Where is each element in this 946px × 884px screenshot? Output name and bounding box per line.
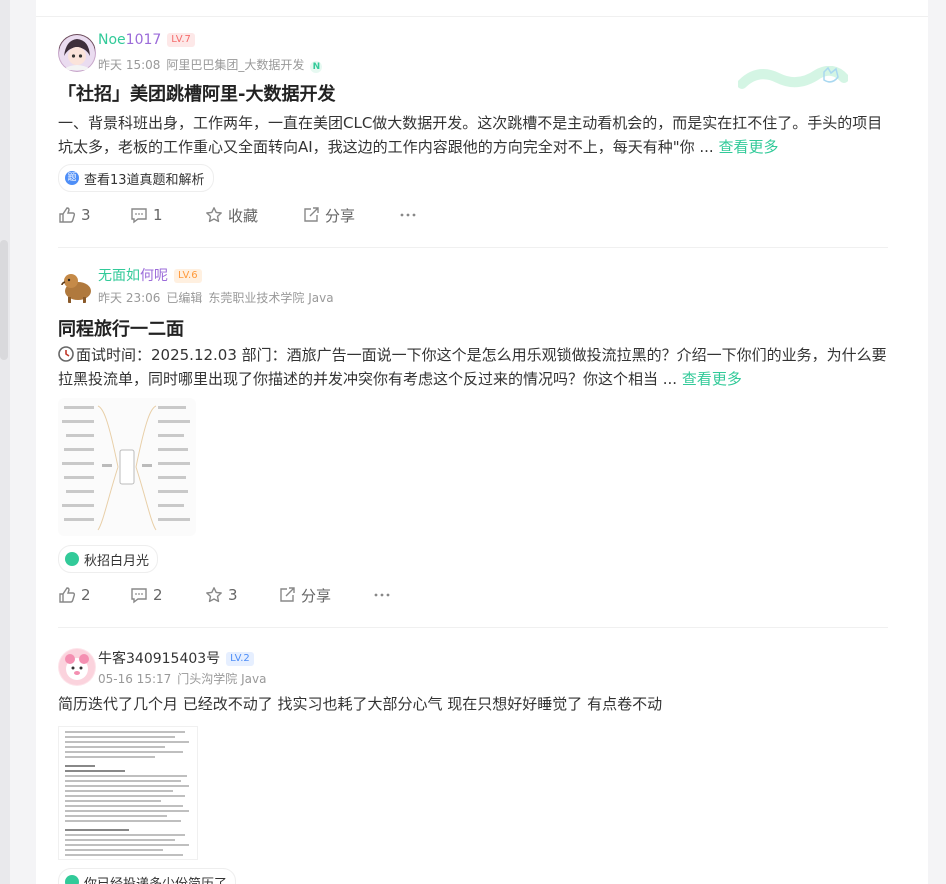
post-meta: 昨天 15:08 阿里巴巴集团_大数据开发 N — [98, 56, 328, 73]
topic-tag[interactable]: 题查看13道真题和解析 — [58, 164, 214, 192]
topic-tag-label: 你已经投递多少份简历了 — [84, 876, 228, 884]
author-name[interactable]: Noe1017 LV.7 — [98, 32, 195, 48]
comment-button[interactable]: 2 — [130, 586, 205, 604]
divider — [58, 627, 888, 628]
share-label: 分享 — [301, 586, 332, 605]
like-button[interactable]: 2 — [58, 586, 130, 604]
more-icon — [374, 593, 390, 597]
comment-count: 1 — [153, 206, 163, 224]
post-meta: 昨天 23:06 已编辑 东莞职业技术学院 Java — [98, 289, 340, 306]
see-more-link[interactable]: 查看更多 — [682, 370, 742, 388]
favorite-button[interactable]: 收藏 — [205, 205, 302, 226]
post-image[interactable] — [58, 726, 198, 860]
topic-icon — [65, 552, 79, 566]
author-org: 门头沟学院 Java — [177, 672, 267, 686]
share-icon — [280, 587, 295, 602]
post-actions: 2 2 3 分享 — [58, 582, 396, 608]
author-name-part[interactable]: 何呢 — [140, 268, 168, 284]
scrollbar-thumb[interactable] — [0, 240, 8, 360]
post-title[interactable]: 同程旅行一二面 — [58, 315, 184, 341]
level-badge: LV.6 — [174, 269, 202, 283]
topic-tag-label: 查看13道真题和解析 — [84, 172, 205, 188]
post-body[interactable]: 简历迭代了几个月 已经改不动了 找实习也耗了大部分心气 现在只想好好睡觉了 有点… — [58, 692, 888, 716]
topic-tag[interactable]: 秋招白月光 — [58, 545, 159, 573]
author-name-text[interactable]: 牛客340915403号 — [98, 651, 220, 667]
post-image[interactable] — [58, 398, 196, 536]
edited-label: 已编辑 — [166, 291, 203, 305]
post-title[interactable]: 「社招」美团跳槽阿里-大数据开发 — [58, 80, 335, 106]
author-name-part[interactable]: 无面如 — [98, 268, 140, 284]
author-org: 东莞职业技术学院 Java — [208, 291, 334, 305]
favorite-count: 3 — [228, 586, 238, 604]
topic-tag[interactable]: 你已经投递多少份简历了 — [58, 868, 237, 884]
author-org: 阿里巴巴集团_大数据开发 — [166, 58, 305, 72]
decoration-image — [738, 66, 848, 89]
share-icon — [304, 207, 319, 222]
verified-badge-icon: N — [310, 61, 323, 73]
author-name-part[interactable]: 1017 — [126, 32, 162, 48]
share-button[interactable]: 分享 — [278, 585, 373, 606]
avatar[interactable] — [58, 648, 96, 686]
level-badge: LV.7 — [167, 33, 195, 47]
like-button[interactable]: 3 — [58, 206, 130, 224]
author-name-part[interactable]: Noe — [98, 32, 126, 48]
like-icon — [59, 587, 76, 603]
favorite-button[interactable]: 3 — [205, 586, 278, 604]
post-meta: 05-16 15:17 门头沟学院 Java — [98, 670, 272, 687]
post-body[interactable]: 一、背景科班出身，工作两年，一直在美团CLC做大数据开发。这次跳槽不是主动看机会… — [58, 111, 888, 159]
divider — [58, 247, 888, 248]
avatar[interactable] — [58, 267, 96, 305]
author-name[interactable]: 无面如何呢 LV.6 — [98, 265, 202, 285]
more-icon — [400, 213, 416, 217]
star-icon — [206, 207, 222, 223]
comment-icon — [131, 208, 147, 224]
like-count: 2 — [81, 586, 91, 604]
topic-icon — [65, 875, 79, 884]
post-card[interactable]: 牛客340915403号 LV.2 05-16 15:17 门头沟学院 Java 简… — [58, 646, 888, 884]
comment-count: 2 — [153, 586, 163, 604]
share-label: 分享 — [325, 206, 356, 225]
author-name[interactable]: 牛客340915403号 LV.2 — [98, 648, 254, 668]
post-card[interactable]: 无面如何呢 LV.6 昨天 23:06 已编辑 东莞职业技术学院 Java 同程旅行一… — [58, 265, 888, 615]
topic-tag-label: 秋招白月光 — [84, 553, 150, 569]
star-icon — [206, 587, 222, 603]
left-scrollbar[interactable] — [0, 0, 10, 884]
post-time: 昨天 15:08 — [98, 58, 161, 72]
like-count: 3 — [81, 206, 91, 224]
avatar[interactable] — [58, 34, 96, 72]
level-badge: LV.2 — [226, 652, 254, 666]
question-icon: 题 — [65, 171, 79, 185]
comment-button[interactable]: 1 — [130, 206, 205, 224]
see-more-link[interactable]: 查看更多 — [718, 138, 778, 156]
post-card[interactable]: Noe1017 LV.7 昨天 15:08 阿里巴巴集团_大数据开发 N 「社招」美团… — [58, 32, 888, 242]
like-icon — [59, 207, 76, 223]
feed-panel: Noe1017 LV.7 昨天 15:08 阿里巴巴集团_大数据开发 N 「社招」美团… — [36, 0, 928, 884]
post-time: 05-16 15:17 — [98, 672, 172, 686]
share-button[interactable]: 分享 — [302, 205, 399, 226]
divider — [36, 16, 928, 17]
post-body-text: 面试时间：2025.12.03 部门：酒旅广告一面说一下你这个是怎么用乐观锁做投… — [58, 346, 887, 388]
post-actions: 3 1 收藏 分享 — [58, 202, 422, 228]
post-body[interactable]: 面试时间：2025.12.03 部门：酒旅广告一面说一下你这个是怎么用乐观锁做投… — [58, 343, 888, 391]
comment-icon — [131, 588, 147, 604]
favorite-label: 收藏 — [228, 206, 259, 225]
post-time: 昨天 23:06 — [98, 291, 161, 305]
more-button[interactable] — [373, 586, 396, 604]
clock-icon — [58, 346, 74, 362]
more-button[interactable] — [399, 206, 422, 224]
